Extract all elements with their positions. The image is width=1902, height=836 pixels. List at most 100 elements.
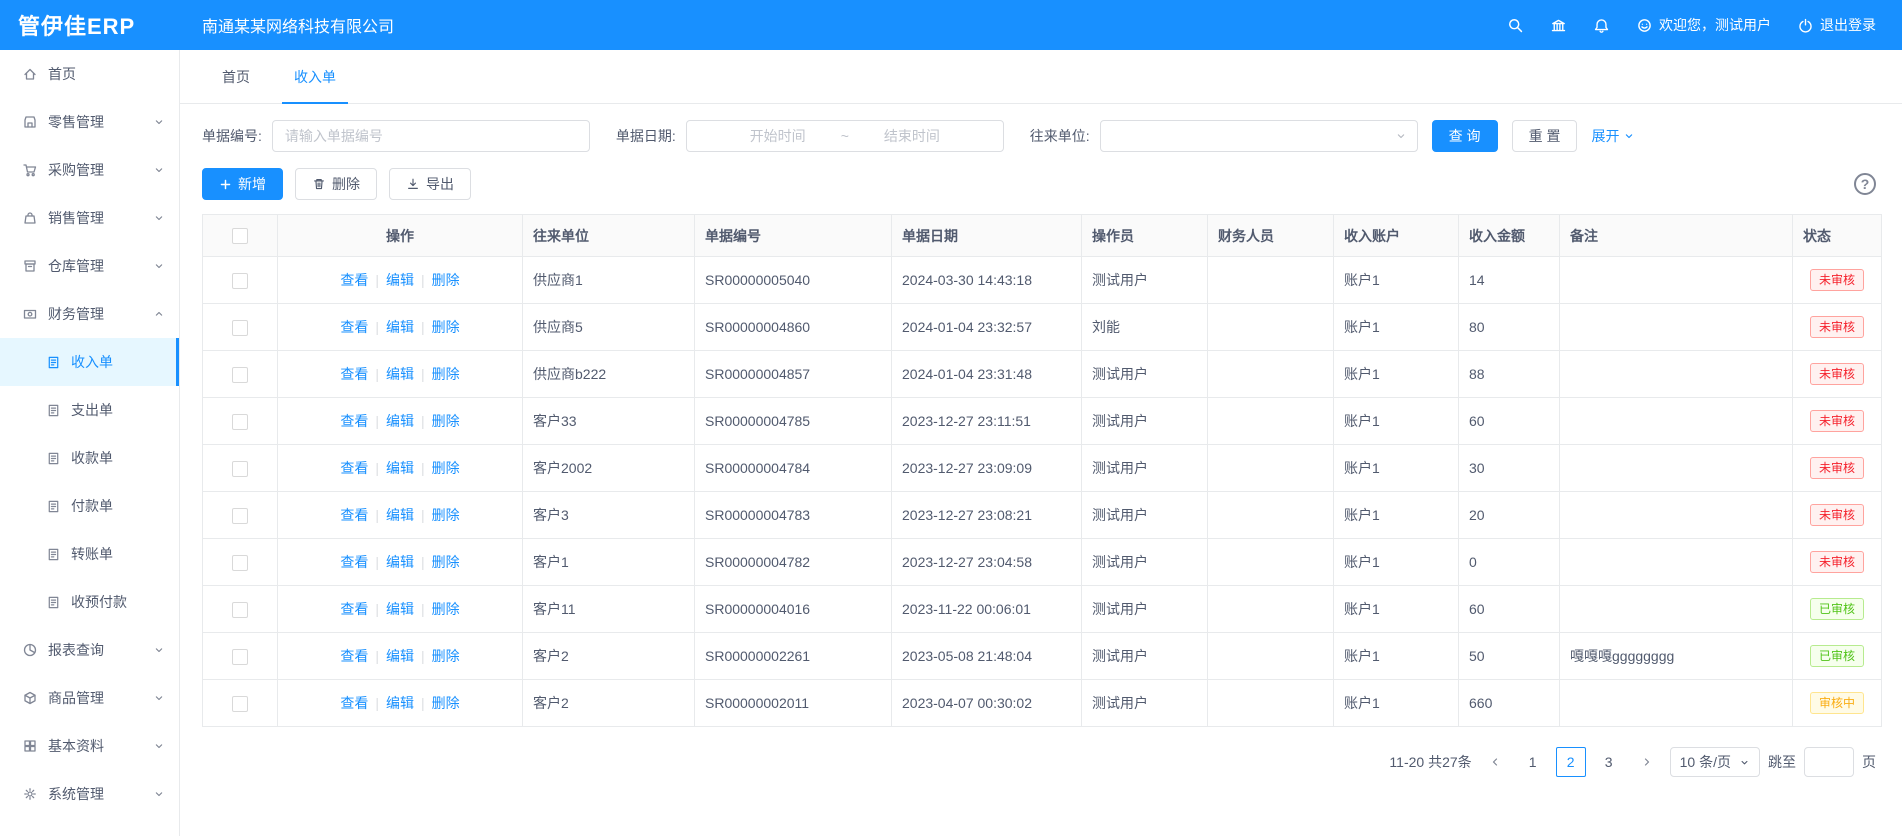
edit-link[interactable]: 编辑 xyxy=(386,507,414,523)
view-link[interactable]: 查看 xyxy=(340,460,368,476)
view-link[interactable]: 查看 xyxy=(340,554,368,570)
chevron-down-icon xyxy=(153,644,165,656)
view-link[interactable]: 查看 xyxy=(340,648,368,664)
expand-link[interactable]: 展开 xyxy=(1591,126,1635,146)
edit-link[interactable]: 编辑 xyxy=(386,554,414,570)
sidebar-item-home[interactable]: 首页 xyxy=(0,50,179,98)
row-checkbox[interactable] xyxy=(232,320,248,336)
row-checkbox[interactable] xyxy=(232,461,248,477)
delete-link[interactable]: 删除 xyxy=(432,648,460,664)
cell-partner: 客户2 xyxy=(523,680,695,727)
page-button-2-current[interactable]: 2 xyxy=(1556,747,1586,777)
delete-link[interactable]: 删除 xyxy=(432,554,460,570)
view-link[interactable]: 查看 xyxy=(340,507,368,523)
logout-button[interactable]: 退出登录 xyxy=(1797,15,1876,35)
sidebar-item-transfer[interactable]: 转账单 xyxy=(0,530,179,578)
cell-operator: 测试用户 xyxy=(1082,398,1208,445)
row-checkbox[interactable] xyxy=(232,649,248,665)
delete-link[interactable]: 删除 xyxy=(432,601,460,617)
help-icon[interactable]: ? xyxy=(1854,173,1876,195)
tab-income[interactable]: 收入单 xyxy=(272,50,358,103)
cell-amount: 80 xyxy=(1459,304,1560,351)
sidebar-item-finance[interactable]: 财务管理 xyxy=(0,290,179,338)
date-end-input[interactable] xyxy=(853,122,971,150)
reset-button[interactable]: 重 置 xyxy=(1512,120,1578,152)
cell-date: 2024-01-04 23:31:48 xyxy=(892,351,1082,398)
delete-link[interactable]: 删除 xyxy=(432,319,460,335)
sidebar-item-income[interactable]: 收入单 xyxy=(0,338,179,386)
jump-page-input[interactable] xyxy=(1804,747,1854,777)
row-checkbox[interactable] xyxy=(232,508,248,524)
select-all-checkbox[interactable] xyxy=(232,228,248,244)
view-link[interactable]: 查看 xyxy=(340,272,368,288)
sidebar-item-payment[interactable]: 付款单 xyxy=(0,482,179,530)
user-welcome[interactable]: 欢迎您，测试用户 xyxy=(1636,15,1771,35)
row-checkbox[interactable] xyxy=(232,696,248,712)
cell-bill-no: SR00000004784 xyxy=(695,445,892,492)
search-button[interactable]: 查 询 xyxy=(1432,120,1498,152)
sidebar-item-warehouse[interactable]: 仓库管理 xyxy=(0,242,179,290)
export-button[interactable]: 导出 xyxy=(389,168,471,200)
status-badge: 未审核 xyxy=(1810,410,1864,432)
edit-link[interactable]: 编辑 xyxy=(386,460,414,476)
delete-link[interactable]: 删除 xyxy=(432,413,460,429)
action-separator: | xyxy=(421,507,425,523)
row-checkbox[interactable] xyxy=(232,414,248,430)
sidebar-item-expense[interactable]: 支出单 xyxy=(0,386,179,434)
view-link[interactable]: 查看 xyxy=(340,366,368,382)
delete-link[interactable]: 删除 xyxy=(432,460,460,476)
row-checkbox[interactable] xyxy=(232,555,248,571)
delete-link[interactable]: 删除 xyxy=(432,507,460,523)
row-checkbox[interactable] xyxy=(232,273,248,289)
top-bar: 管伊佳ERP 南通某某网络科技有限公司 欢迎您，测试用户 退出登录 xyxy=(0,0,1902,50)
sidebar-item-sales[interactable]: 销售管理 xyxy=(0,194,179,242)
tab-home[interactable]: 首页 xyxy=(200,50,272,103)
page-size-select[interactable]: 10 条/页 xyxy=(1670,747,1760,777)
action-separator: | xyxy=(421,460,425,476)
next-page-button[interactable] xyxy=(1632,747,1662,777)
view-link[interactable]: 查看 xyxy=(340,695,368,711)
bill-no-input[interactable] xyxy=(272,120,590,152)
sidebar-item-basic[interactable]: 基本资料 xyxy=(0,722,179,770)
sidebar-item-prepaid[interactable]: 收预付款 xyxy=(0,578,179,626)
edit-link[interactable]: 编辑 xyxy=(386,366,414,382)
home-site-icon[interactable] xyxy=(1550,17,1567,34)
date-range-picker[interactable]: ~ xyxy=(686,120,1004,152)
chevron-down-icon xyxy=(153,740,165,752)
prev-page-button[interactable] xyxy=(1480,747,1510,777)
search-icon[interactable] xyxy=(1507,17,1524,34)
sidebar-item-receipt[interactable]: 收款单 xyxy=(0,434,179,482)
partner-label: 往来单位: xyxy=(1030,126,1090,146)
edit-link[interactable]: 编辑 xyxy=(386,601,414,617)
edit-link[interactable]: 编辑 xyxy=(386,648,414,664)
sidebar-item-reports[interactable]: 报表查询 xyxy=(0,626,179,674)
edit-link[interactable]: 编辑 xyxy=(386,319,414,335)
view-link[interactable]: 查看 xyxy=(340,413,368,429)
delete-link[interactable]: 删除 xyxy=(432,366,460,382)
view-link[interactable]: 查看 xyxy=(340,601,368,617)
status-badge: 未审核 xyxy=(1810,504,1864,526)
edit-link[interactable]: 编辑 xyxy=(386,272,414,288)
table-row: 查看|编辑|删除 客户33 SR00000004785 2023-12-27 2… xyxy=(203,398,1882,445)
notification-bell-icon[interactable] xyxy=(1593,17,1610,34)
sidebar-item-retail[interactable]: 零售管理 xyxy=(0,98,179,146)
edit-link[interactable]: 编辑 xyxy=(386,413,414,429)
row-checkbox[interactable] xyxy=(232,602,248,618)
partner-select[interactable] xyxy=(1100,120,1418,152)
row-checkbox[interactable] xyxy=(232,367,248,383)
sidebar-item-system[interactable]: 系统管理 xyxy=(0,770,179,818)
delete-link[interactable]: 删除 xyxy=(432,695,460,711)
sidebar-item-goods[interactable]: 商品管理 xyxy=(0,674,179,722)
page-button-1[interactable]: 1 xyxy=(1518,747,1548,777)
view-link[interactable]: 查看 xyxy=(340,319,368,335)
date-start-input[interactable] xyxy=(719,122,837,150)
sidebar-label: 基本资料 xyxy=(48,736,153,756)
sidebar-label: 付款单 xyxy=(71,496,165,516)
edit-link[interactable]: 编辑 xyxy=(386,695,414,711)
delete-link[interactable]: 删除 xyxy=(432,272,460,288)
sidebar-item-purchase[interactable]: 采购管理 xyxy=(0,146,179,194)
page-button-3[interactable]: 3 xyxy=(1594,747,1624,777)
delete-button[interactable]: 删除 xyxy=(295,168,377,200)
cell-status: 未审核 xyxy=(1793,445,1882,492)
add-button[interactable]: 新增 xyxy=(202,168,283,200)
